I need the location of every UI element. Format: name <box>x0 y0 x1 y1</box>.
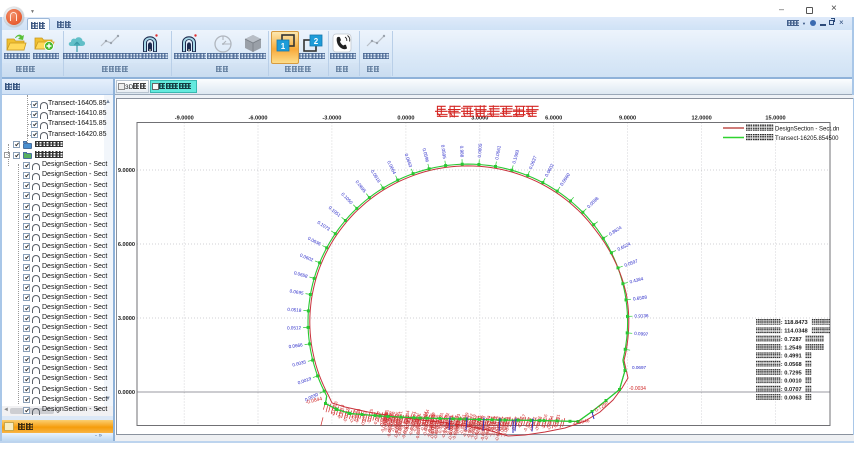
svg-text:0.1051: 0.1051 <box>328 205 342 218</box>
svg-text:: 0.0010: : 0.0010 <box>781 379 802 385</box>
svg-text:-6.0000: -6.0000 <box>249 116 268 122</box>
svg-text:0.9136: 0.9136 <box>634 313 649 319</box>
svg-text:-9.0000: -9.0000 <box>175 116 194 122</box>
svg-text:0.7295: 0.7295 <box>594 400 610 413</box>
svg-text:0.0666: 0.0666 <box>288 342 303 349</box>
svg-text:12.0000: 12.0000 <box>691 116 711 122</box>
svg-text:: 1.2549: : 1.2549 <box>781 345 802 351</box>
svg-text:0.1073: 0.1073 <box>316 220 331 232</box>
svg-text:0.0618: 0.0618 <box>370 169 382 184</box>
svg-text:: 0.7295: : 0.7295 <box>781 370 802 376</box>
svg-text:0.0602: 0.0602 <box>544 162 555 177</box>
svg-text:Transect-16205.854500: Transect-16205.854500 <box>775 136 839 142</box>
svg-text:0.1093: 0.1093 <box>511 149 520 164</box>
svg-text:0.0695: 0.0695 <box>289 288 304 295</box>
svg-text:-0.0034: -0.0034 <box>629 386 646 392</box>
svg-text:0.0000: 0.0000 <box>118 390 135 396</box>
svg-text:0.0697: 0.0697 <box>632 365 646 370</box>
svg-text:: 0.4991: : 0.4991 <box>781 354 802 360</box>
svg-text:: 118.8473: : 118.8473 <box>781 320 808 326</box>
svg-text:0.1050: 0.1050 <box>340 192 354 206</box>
svg-text:0.0518: 0.0518 <box>287 307 302 313</box>
svg-text:0.0997: 0.0997 <box>634 331 649 337</box>
svg-text:3.0000: 3.0000 <box>118 316 135 322</box>
svg-text:0.0695: 0.0695 <box>354 179 367 194</box>
svg-text:: 0.7287: : 0.7287 <box>781 337 802 343</box>
svg-text:0.6524: 0.6524 <box>617 241 632 252</box>
svg-text:: 0.0568: : 0.0568 <box>781 362 802 368</box>
svg-text:0.0035: 0.0035 <box>292 359 307 367</box>
svg-text:0.0512: 0.0512 <box>287 325 302 331</box>
svg-text:9.0000: 9.0000 <box>118 168 135 174</box>
svg-text:0.988: 0.988 <box>459 146 464 158</box>
svg-text:: 114.0348: : 114.0348 <box>781 329 808 335</box>
svg-text:0.0597: 0.0597 <box>624 258 639 268</box>
svg-text:6.0000: 6.0000 <box>118 242 135 248</box>
svg-text:0.0596: 0.0596 <box>422 148 430 163</box>
svg-text:0.0660: 0.0660 <box>559 172 571 187</box>
svg-text:0.0598: 0.0598 <box>586 196 600 210</box>
svg-text:0.0595: 0.0595 <box>440 144 447 159</box>
svg-text:0.0636: 0.0636 <box>307 236 322 247</box>
svg-text:0.0661: 0.0661 <box>494 145 501 160</box>
svg-text:15.0000: 15.0000 <box>765 116 785 122</box>
svg-text:0.8624: 0.8624 <box>608 225 623 237</box>
svg-text:0.0019: 0.0019 <box>297 376 312 386</box>
svg-text:6.0000: 6.0000 <box>545 116 562 122</box>
svg-text:0.0000: 0.0000 <box>397 116 414 122</box>
svg-text:: 0.0707: : 0.0707 <box>781 387 802 393</box>
svg-text:0.0605: 0.0605 <box>477 143 483 158</box>
svg-text:0.0637: 0.0637 <box>528 155 538 170</box>
svg-text:0.0602: 0.0602 <box>299 253 314 263</box>
svg-text:0.4384: 0.4384 <box>629 276 644 284</box>
svg-text:0.0658: 0.0658 <box>293 270 308 279</box>
svg-text:9.0000: 9.0000 <box>619 116 636 122</box>
svg-text:2: 2 <box>314 37 319 46</box>
svg-text:-3.0000: -3.0000 <box>322 116 341 122</box>
svg-text:: 0.0063: : 0.0063 <box>781 395 802 401</box>
svg-text:0.0664: 0.0664 <box>386 160 397 175</box>
svg-text:0.6508: 0.6508 <box>633 295 648 302</box>
svg-text:DesignSection - Sect.dn: DesignSection - Sect.dn <box>775 127 839 133</box>
svg-text:1: 1 <box>281 42 286 51</box>
svg-text:0.0663: 0.0663 <box>404 153 414 168</box>
